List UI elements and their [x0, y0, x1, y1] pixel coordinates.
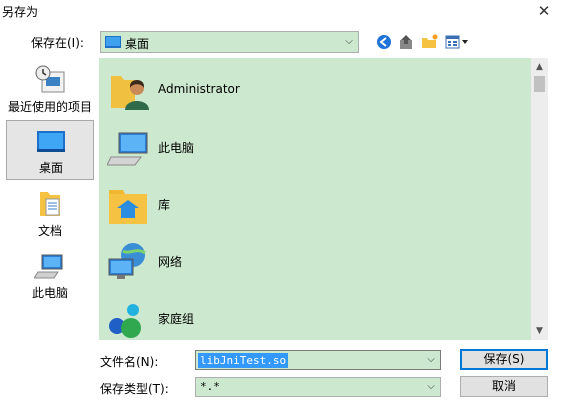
documents-icon [40, 192, 60, 216]
list-item-label: 家庭组 [158, 312, 195, 326]
user-folder-icon [111, 76, 149, 110]
list-item-label: 网络 [158, 255, 183, 269]
scroll-up-arrow-icon[interactable]: ▲ [531, 60, 548, 74]
place-label: 文档 [37, 224, 62, 238]
back-button[interactable] [374, 32, 394, 52]
filetype-dropdown[interactable]: *.* ⌵ [195, 377, 441, 397]
filename-field[interactable]: libJniTest.so ⌵ [195, 350, 441, 370]
location-dropdown[interactable]: 桌面 ⌵ [100, 31, 359, 53]
filename-value[interactable]: libJniTest.so [198, 353, 289, 368]
places-bar: 最近使用的项目 桌面 文档 此电脑 [0, 58, 98, 410]
place-label: 此电脑 [31, 286, 68, 300]
desktop-icon [37, 131, 65, 152]
location-value: 桌面 [125, 37, 150, 51]
scroll-down-arrow-icon[interactable]: ▼ [531, 324, 548, 338]
chevron-down-icon[interactable]: ⌵ [422, 378, 440, 396]
place-recent-items[interactable]: 最近使用的项目 [6, 60, 94, 120]
list-item[interactable]: 库 [99, 176, 531, 232]
filetype-value: *.* [200, 380, 220, 393]
chevron-down-icon[interactable]: ⌵ [422, 351, 440, 369]
list-item-label: 此电脑 [158, 141, 195, 155]
filetype-label: 保存类型(T): [100, 382, 169, 396]
filename-label: 文件名(N): [100, 355, 159, 369]
list-item[interactable]: 网络 [99, 233, 531, 289]
place-this-pc[interactable]: 此电脑 [6, 246, 94, 306]
view-menu-button[interactable] [444, 32, 472, 52]
new-folder-icon [422, 34, 438, 48]
computer-icon [107, 132, 148, 166]
network-icon [108, 243, 146, 279]
back-icon [377, 35, 391, 49]
list-item[interactable]: Administrator [99, 62, 531, 118]
recent-items-icon [35, 65, 65, 93]
list-item[interactable]: 此电脑 [99, 119, 531, 175]
libraries-icon [109, 190, 147, 224]
list-item[interactable]: 家庭组 [99, 290, 531, 340]
this-pc-icon [34, 254, 63, 279]
place-label: 最近使用的项目 [7, 100, 92, 114]
new-folder-button[interactable] [420, 32, 440, 52]
place-desktop[interactable]: 桌面 [6, 120, 94, 180]
cancel-button[interactable]: 取消 [460, 376, 548, 397]
close-button[interactable]: ✕ [530, 0, 558, 22]
up-folder-button[interactable] [396, 32, 416, 52]
title-bar: 另存为 ✕ [0, 0, 562, 22]
up-folder-icon [400, 35, 412, 49]
place-label: 桌面 [38, 161, 63, 175]
window-title: 另存为 [2, 5, 39, 19]
save-in-label: 保存在(I): [31, 36, 84, 50]
chevron-down-icon[interactable]: ⌵ [340, 32, 358, 52]
list-item-label: 库 [158, 198, 171, 212]
place-documents[interactable]: 文档 [6, 184, 94, 244]
view-menu-icon [445, 35, 468, 49]
desktop-icon [105, 36, 121, 48]
homegroup-icon [109, 304, 141, 338]
scrollbar-thumb[interactable] [534, 76, 545, 92]
list-item-label: Administrator [158, 82, 240, 96]
file-list[interactable]: Administrator 此电脑 库 网络 家庭组 [99, 58, 531, 340]
save-button[interactable]: 保存(S) [460, 349, 548, 370]
file-list-scrollbar[interactable]: ▲ ▼ [531, 58, 548, 340]
